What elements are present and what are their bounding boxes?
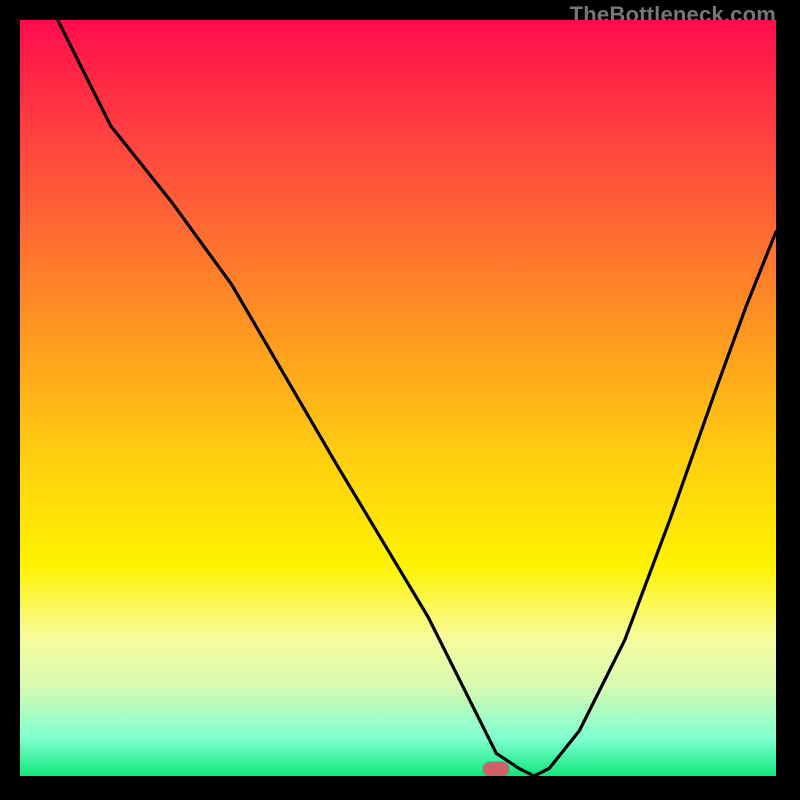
- bottleneck-curve: [58, 20, 776, 776]
- chart-container: { "watermark": "TheBottleneck.com", "cha…: [0, 0, 800, 800]
- optimal-point-marker: [483, 762, 509, 776]
- plot-area: [20, 20, 776, 776]
- curve-svg: [20, 20, 776, 776]
